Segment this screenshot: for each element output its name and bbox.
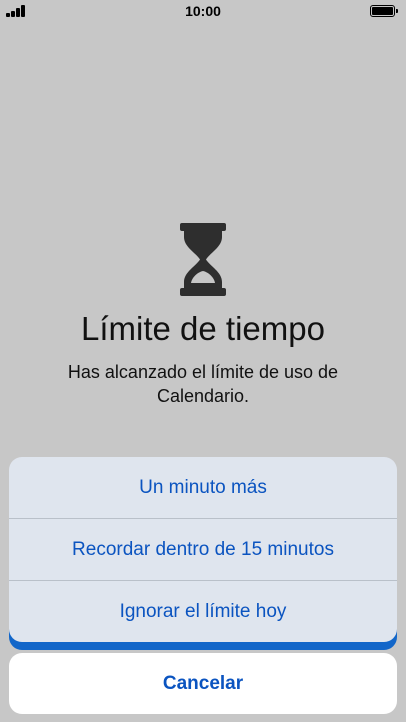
one-more-minute-button[interactable]: Un minuto más (9, 457, 397, 518)
screen-time-title: Límite de tiempo (81, 310, 325, 347)
battery-full-icon (370, 5, 398, 17)
screen-time-message: Has alcanzado el límite de uso de Calend… (67, 362, 339, 406)
cancel-button[interactable]: Cancelar (9, 653, 397, 714)
status-bar: 10:00 (0, 0, 406, 22)
hourglass-icon (180, 223, 226, 296)
remind-in-15-minutes-button[interactable]: Recordar dentro de 15 minutos (9, 519, 397, 580)
ignore-limit-today-button[interactable]: Ignorar el límite hoy (9, 581, 397, 642)
screen: 10:00 Límite de tiempo Has alcanzado el … (0, 0, 406, 722)
status-time: 10:00 (185, 3, 221, 19)
action-sheet-group: Un minuto más Recordar dentro de 15 minu… (9, 457, 397, 642)
